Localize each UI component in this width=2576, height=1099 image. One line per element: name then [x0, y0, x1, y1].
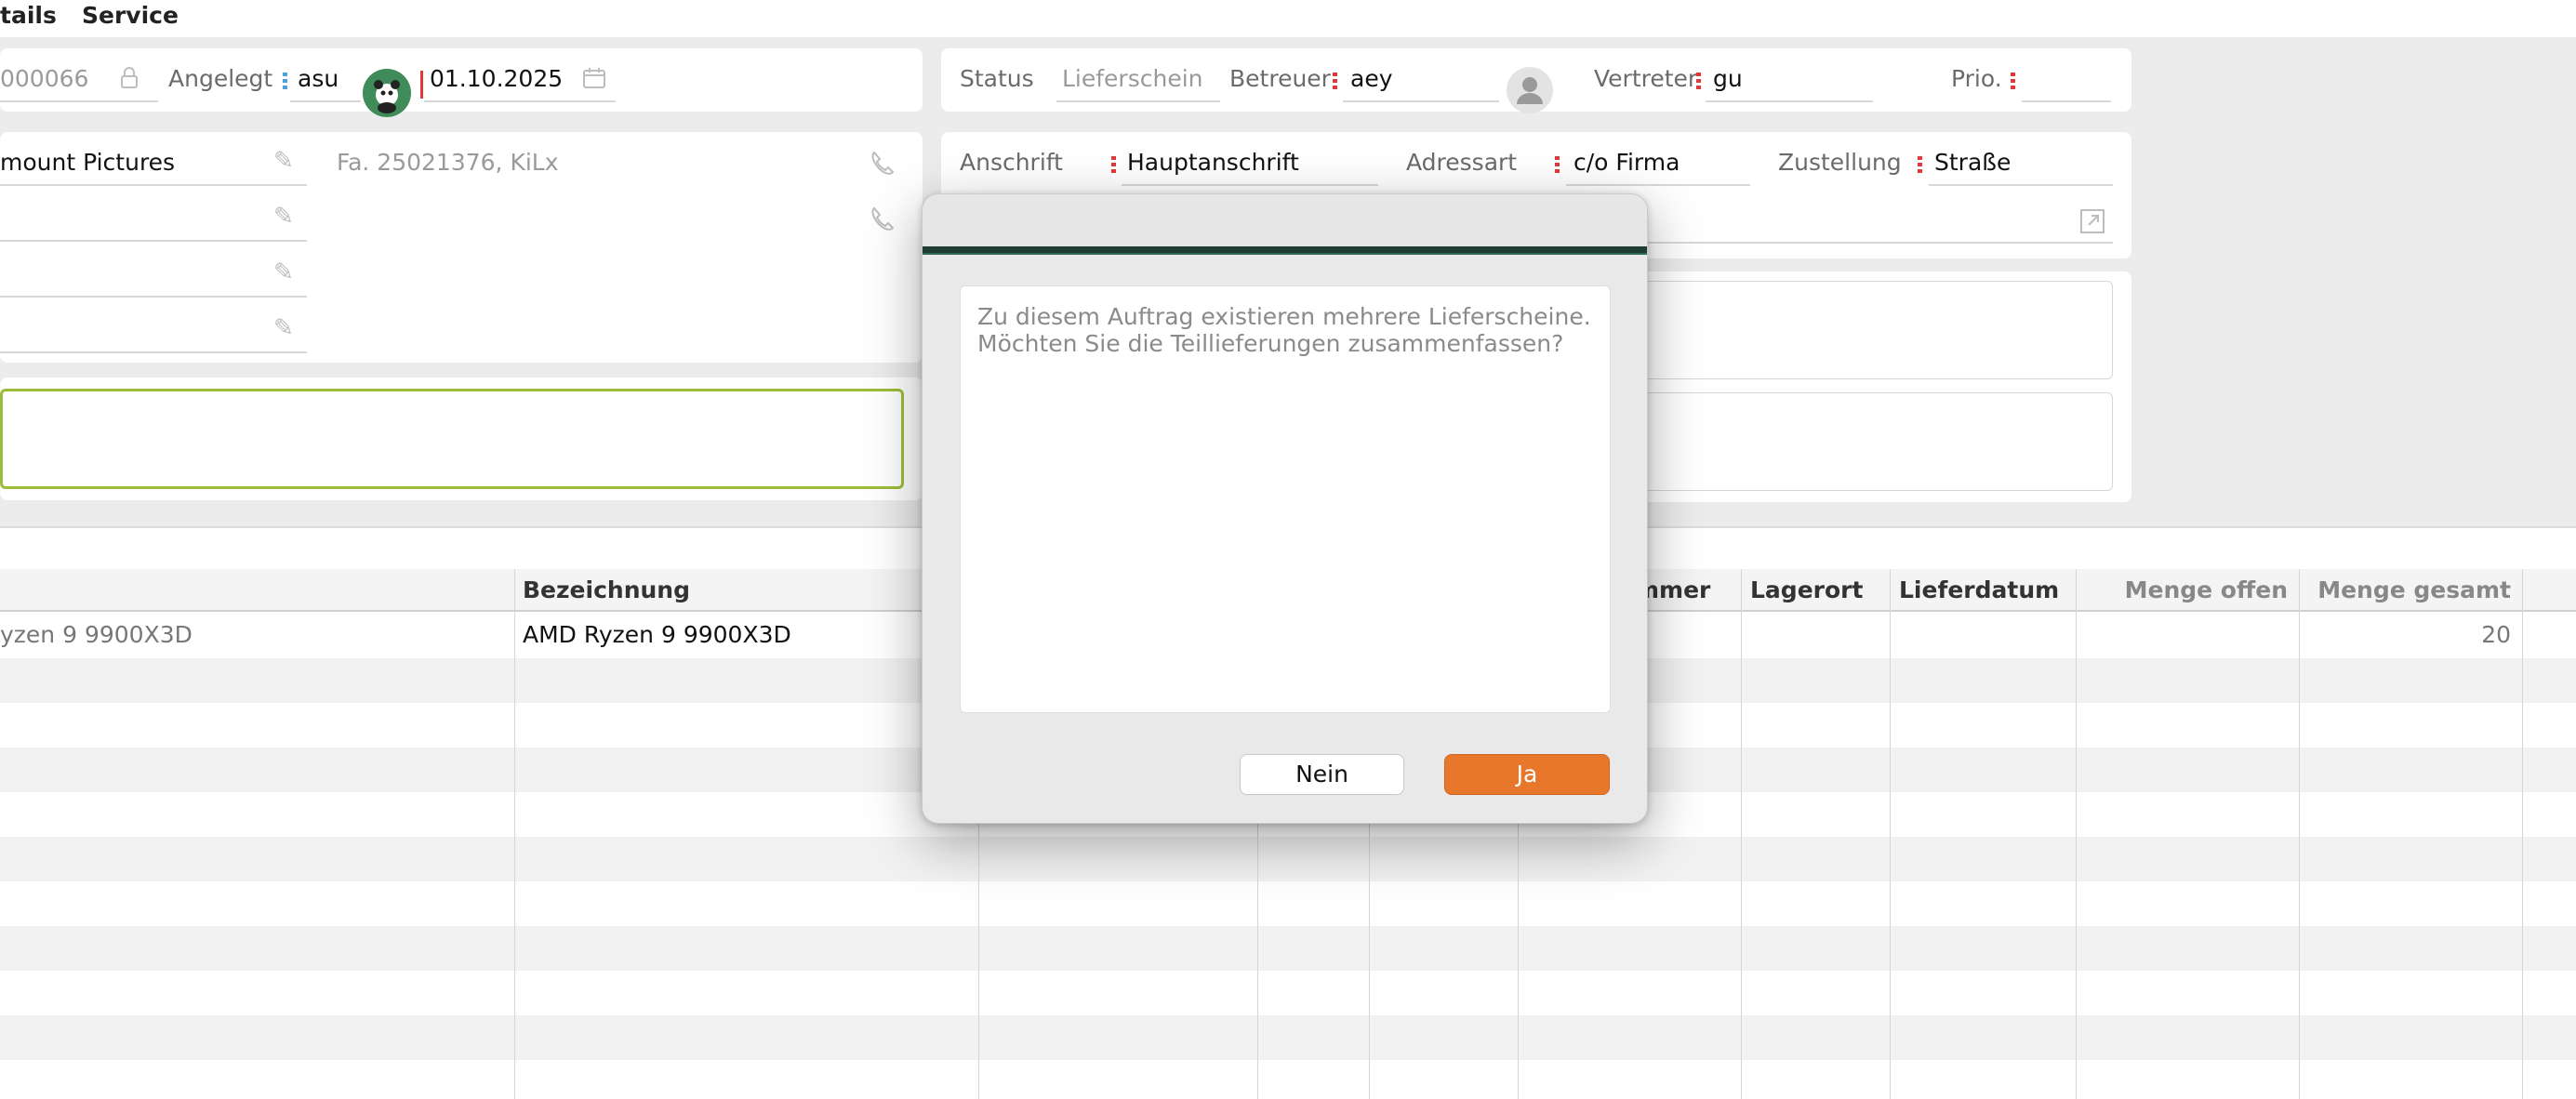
table-row[interactable] [0, 837, 2576, 881]
header-panel-left: 000066 Angelegt asu 01.10.2025 [0, 48, 923, 117]
notes-panel [0, 377, 923, 500]
vertreter-label: Vertreter [1594, 65, 1698, 92]
date-field[interactable]: 01.10.2025 [430, 65, 563, 92]
angelegt-label: Angelegt [168, 65, 273, 92]
order-number-field[interactable]: 000066 [0, 65, 88, 92]
column-header-lagerort[interactable]: Lagerort [1750, 576, 1863, 603]
phone-icon[interactable] [869, 149, 896, 181]
required-marker [1918, 156, 1922, 173]
zustellung-label: Zustellung [1778, 149, 1902, 176]
no-button[interactable]: Nein [1240, 754, 1404, 795]
column-divider [514, 569, 515, 1099]
required-marker [1333, 73, 1337, 89]
column-header-menge-offen[interactable]: Menge offen [2079, 576, 2288, 603]
column-header-lieferdatum[interactable]: Lieferdatum [1899, 576, 2059, 603]
artikel-cell: yzen 9 9900X3D [0, 621, 193, 648]
angelegt-user-field[interactable]: asu [298, 65, 339, 92]
edit-pencil-icon[interactable]: ✎ [273, 149, 294, 173]
betreuer-field[interactable]: aey [1350, 65, 1393, 92]
required-marker [2011, 73, 2015, 89]
lock-icon [119, 67, 139, 94]
column-header-menge-gesamt[interactable]: Menge gesamt [2303, 576, 2511, 603]
betreuer-avatar[interactable] [1507, 67, 1553, 113]
open-external-icon[interactable] [2079, 208, 2105, 239]
betreuer-label: Betreuer [1229, 65, 1331, 92]
column-divider [1890, 569, 1891, 1099]
menu-bar: tails Service [0, 0, 2576, 37]
notes-textarea[interactable] [0, 389, 904, 489]
menge-gesamt-cell: 20 [2481, 621, 2511, 648]
column-divider [2076, 569, 2077, 1099]
customer-name-field[interactable]: mount Pictures [0, 149, 175, 176]
prio-field[interactable] [2022, 100, 2111, 102]
edit-pencil-icon[interactable]: ✎ [273, 260, 294, 285]
required-marker [1696, 73, 1701, 89]
vertreter-field[interactable]: gu [1713, 65, 1743, 92]
status-field[interactable]: Lieferschein [1062, 65, 1203, 92]
order-number-underline [0, 100, 158, 102]
customer-panel: mount Pictures ✎ ✎ ✎ ✎ Fa. 25021376, KiL… [0, 132, 923, 363]
edit-pencil-icon[interactable]: ✎ [273, 205, 294, 229]
adressart-field[interactable]: c/o Firma [1573, 149, 1680, 176]
column-header-bezeichnung[interactable]: Bezeichnung [523, 576, 690, 603]
anschrift-field[interactable]: Hauptanschrift [1127, 149, 1299, 176]
table-row[interactable] [0, 881, 2576, 926]
required-marker [1555, 156, 1560, 173]
calendar-icon[interactable] [582, 67, 606, 94]
required-marker [1111, 156, 1116, 173]
edit-pencil-icon[interactable]: ✎ [273, 316, 294, 340]
table-row[interactable] [0, 971, 2576, 1015]
header-panel-right: Status Lieferschein Betreuer aey Vertret… [941, 48, 2131, 113]
table-row[interactable] [0, 1060, 2576, 1099]
prio-label: Prio. [1951, 65, 2002, 92]
status-label: Status [960, 65, 1034, 92]
customer-info: Fa. 25021376, KiLx [337, 149, 559, 176]
menu-item-details[interactable]: tails [0, 2, 57, 29]
column-divider [2522, 569, 2523, 1099]
user-avatar[interactable] [363, 69, 411, 117]
date-required-marker [420, 71, 423, 99]
bezeichnung-cell: AMD Ryzen 9 9900X3D [523, 621, 791, 648]
column-divider [2299, 569, 2300, 1099]
table-row[interactable] [0, 1015, 2576, 1060]
dialog-message-box: Zu diesem Auftrag existieren mehrere Lie… [960, 285, 1611, 713]
yes-button[interactable]: Ja [1444, 754, 1610, 795]
menu-item-service[interactable]: Service [82, 2, 179, 29]
zustellung-field[interactable]: Straße [1934, 149, 2011, 176]
phone-icon[interactable] [869, 205, 896, 237]
dialog-titlebar[interactable] [923, 194, 1647, 246]
column-divider [1741, 569, 1742, 1099]
merge-delivery-notes-dialog: Zu diesem Auftrag existieren mehrere Lie… [922, 193, 1648, 824]
dialog-message-line-2: Möchten Sie die Teillieferungen zusammen… [977, 330, 1564, 357]
adressart-label: Adressart [1406, 149, 1518, 176]
info-marker [283, 73, 287, 89]
dialog-accent-bar [923, 246, 1647, 255]
table-row[interactable] [0, 926, 2576, 971]
anschrift-label: Anschrift [960, 149, 1063, 176]
dialog-message: Zu diesem Auftrag existieren mehrere Lie… [977, 303, 1591, 357]
dialog-message-line-1: Zu diesem Auftrag existieren mehrere Lie… [977, 303, 1591, 330]
